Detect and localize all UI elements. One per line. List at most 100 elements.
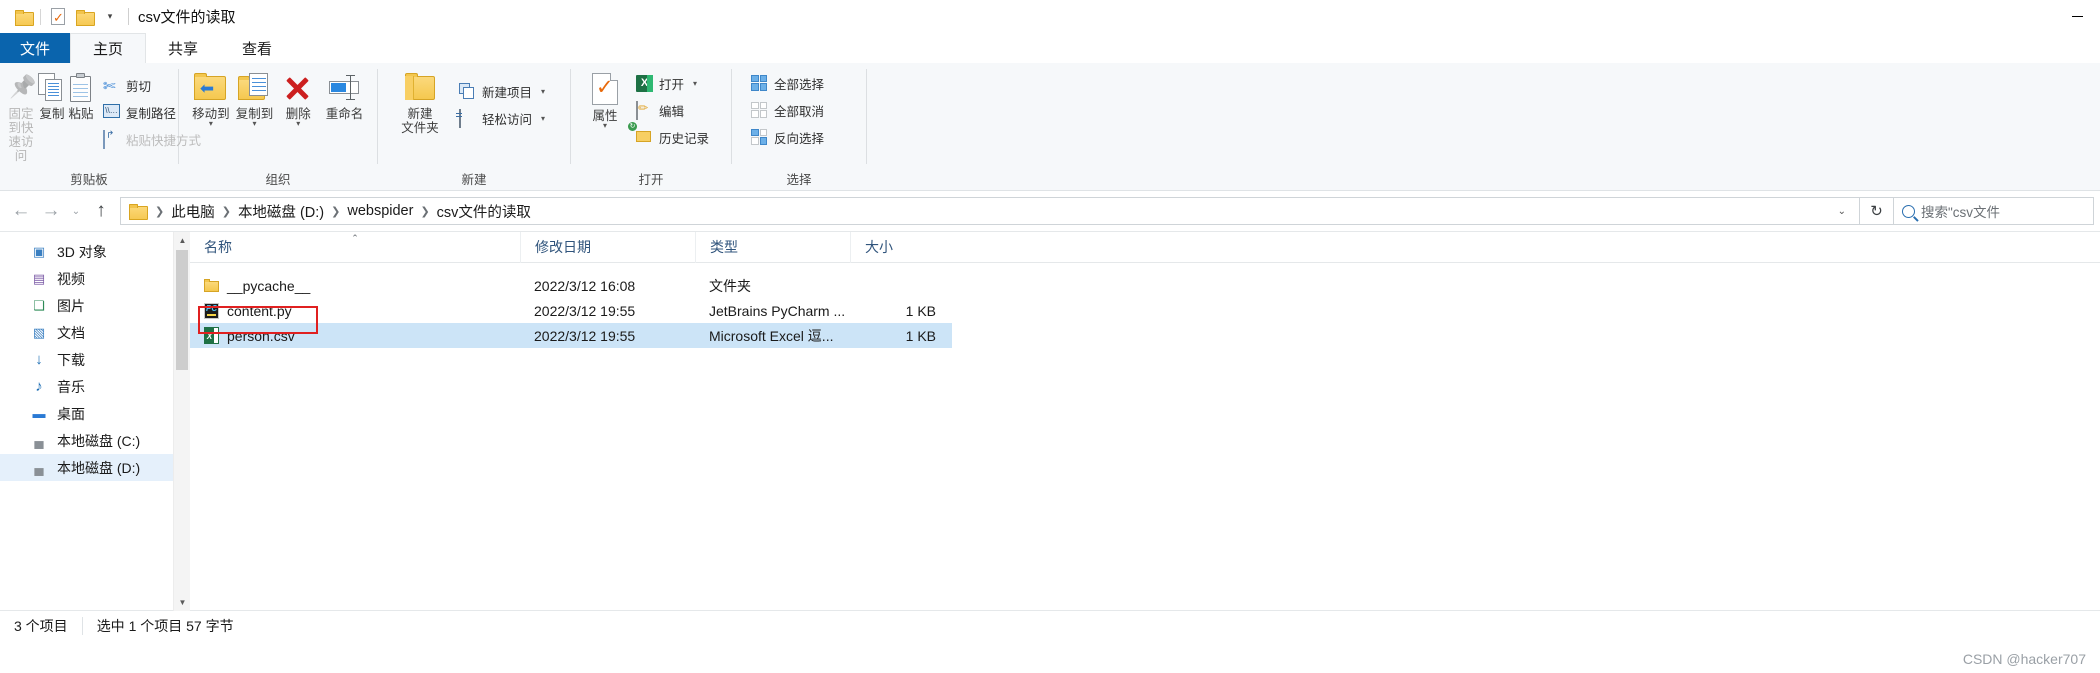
breadcrumb-separator: ❯	[420, 205, 430, 218]
column-header-label: 名称	[204, 239, 232, 255]
file-name-cell[interactable]: X person.csv	[190, 327, 520, 344]
copy-icon	[38, 73, 66, 103]
tab-home[interactable]: 主页	[70, 33, 147, 63]
easy-access-button[interactable]: 轻松访问 ▾	[456, 106, 548, 130]
breadcrumb-item-local-disk-d[interactable]: 本地磁盘 (D:)	[233, 198, 329, 225]
ribbon-group-label-organize: 组织	[265, 173, 291, 187]
properties-icon: ✓	[592, 73, 618, 105]
ribbon-group-organize: ⬅ 移动到 ▾ 复制到 ▾ 删除 ▾ 重命名 组织	[179, 63, 377, 191]
address-field[interactable]: ❯ 此电脑 ❯ 本地磁盘 (D:) ❯ webspider ❯ csv文件的读取…	[120, 197, 1860, 225]
sidebar-item-label: 本地磁盘 (C:)	[57, 432, 141, 449]
sidebar-item-pictures[interactable]: ❑ 图片	[0, 292, 190, 319]
file-size-cell: 1 KB	[905, 327, 936, 344]
invert-selection-button[interactable]: 反向选择	[748, 125, 827, 149]
quick-access-toolbar: ✓ ▾	[0, 0, 123, 33]
explorer-window: ✓ ▾ csv文件的读取 文件 主页 共享 查看 固定到快速访问	[0, 0, 2100, 673]
scroll-down-icon[interactable]: ▼	[174, 594, 191, 611]
minimize-button[interactable]	[2054, 0, 2100, 33]
search-box[interactable]: 搜索"csv文件	[1894, 197, 2094, 225]
chevron-down-icon[interactable]: ▾	[97, 4, 123, 30]
table-row[interactable]: __pycache__ 2022/3/12 16:08 文件夹	[190, 273, 2100, 298]
divider	[128, 8, 129, 25]
column-header-label: 修改日期	[535, 239, 591, 255]
new-item-button[interactable]: 新建项目 ▾	[456, 79, 548, 103]
table-row[interactable]: PC content.py 2022/3/12 19:55 JetBrains …	[190, 298, 2100, 323]
ribbon: 固定到快速访问 复制	[0, 63, 2100, 191]
sidebar-item-music[interactable]: ♪ 音乐	[0, 373, 190, 400]
copy-path-icon: \\…	[103, 103, 120, 121]
edit-button[interactable]: 编辑	[633, 98, 712, 122]
column-header-name[interactable]: ⌃ 名称	[190, 232, 520, 263]
chevron-down-icon[interactable]: ▾	[541, 114, 545, 123]
file-name-cell[interactable]: __pycache__	[190, 278, 520, 294]
refresh-button[interactable]: ↻	[1860, 197, 1894, 225]
table-row[interactable]: X person.csv 2022/3/12 19:55 Microsoft E…	[190, 323, 952, 348]
3d-objects-icon: ▣	[32, 243, 46, 259]
scrollbar-thumb[interactable]	[176, 250, 188, 370]
column-header-date[interactable]: 修改日期	[520, 231, 695, 263]
file-name: __pycache__	[227, 277, 311, 294]
breadcrumb-item-this-pc[interactable]: 此电脑	[166, 198, 220, 225]
file-name-cell[interactable]: PC content.py	[190, 302, 520, 319]
up-button[interactable]: ↑	[86, 196, 116, 226]
rename-button[interactable]: 重命名	[322, 69, 367, 121]
column-header-size[interactable]: 大小	[850, 231, 950, 263]
paste-button[interactable]: 粘贴	[68, 69, 94, 121]
address-dropdown-icon[interactable]: ⌄	[1829, 206, 1855, 217]
breadcrumb-separator: ❯	[221, 205, 231, 218]
sidebar-item-local-disk-c[interactable]: ▄ 本地磁盘 (C:)	[0, 427, 190, 454]
pin-to-quick-access-button[interactable]: 固定到快速访问	[6, 69, 36, 163]
sidebar-item-3d-objects[interactable]: ▣ 3D 对象	[0, 238, 190, 265]
folder-icon[interactable]	[10, 4, 36, 30]
properties-icon[interactable]: ✓	[45, 4, 71, 30]
nav-pane-scrollbar[interactable]: ▲ ▼	[173, 232, 190, 611]
copy-to-icon	[237, 73, 272, 103]
breadcrumb-item-current[interactable]: csv文件的读取	[432, 198, 536, 225]
file-type-cell: 文件夹	[709, 277, 751, 294]
sidebar-item-videos[interactable]: ▤ 视频	[0, 265, 190, 292]
downloads-icon: ↓	[35, 351, 43, 368]
select-all-button[interactable]: 全部选择	[748, 71, 827, 95]
properties-button[interactable]: ✓ 属性 ▾	[583, 69, 627, 130]
column-header-type[interactable]: 类型	[695, 231, 850, 263]
sidebar-item-local-disk-d[interactable]: ▄ 本地磁盘 (D:)	[0, 454, 190, 481]
chevron-down-icon[interactable]: ▾	[693, 79, 697, 88]
chevron-down-icon[interactable]: ▾	[603, 122, 607, 130]
tab-file[interactable]: 文件	[0, 33, 71, 63]
folder-icon	[204, 279, 219, 292]
chevron-down-icon[interactable]: ▾	[209, 120, 213, 128]
chevron-down-icon[interactable]: ▾	[541, 87, 545, 96]
back-button[interactable]: ←	[6, 196, 36, 226]
chevron-down-icon[interactable]: ▾	[296, 120, 300, 128]
tab-view[interactable]: 查看	[220, 33, 295, 63]
scissors-icon: ✄	[103, 77, 116, 95]
breadcrumb-item-webspider[interactable]: webspider	[342, 200, 418, 222]
open-button[interactable]: X 打开 ▾	[633, 71, 712, 95]
videos-icon: ▤	[32, 270, 46, 286]
new-folder-button[interactable]: 新建 文件夹	[392, 69, 448, 135]
scroll-up-icon[interactable]: ▲	[174, 232, 191, 249]
up-arrow-icon: ↑	[96, 200, 106, 221]
divider	[40, 8, 41, 25]
history-button[interactable]: ↻ 历史记录	[628, 121, 712, 149]
copy-to-button[interactable]: 复制到 ▾	[235, 69, 275, 128]
invert-selection-label: 反向选择	[774, 131, 825, 146]
sidebar-item-documents[interactable]: ▧ 文档	[0, 319, 190, 346]
new-folder-icon[interactable]	[71, 4, 97, 30]
recent-locations-button[interactable]: ⌄	[66, 196, 86, 226]
file-list-pane: ⌃ 名称 修改日期 类型 大小 __pycache__ 2022/3/12 16…	[190, 231, 2100, 610]
select-none-button[interactable]: 全部取消	[748, 98, 827, 122]
select-all-icon	[751, 74, 768, 92]
delete-button[interactable]: 删除 ▾	[278, 69, 318, 128]
sidebar-item-desktop[interactable]: ▬ 桌面	[0, 400, 190, 427]
move-to-button[interactable]: ⬅ 移动到 ▾	[191, 69, 231, 128]
sidebar-item-downloads[interactable]: ↓ 下载	[0, 346, 190, 373]
chevron-down-icon[interactable]: ▾	[253, 120, 257, 128]
new-folder-icon	[403, 73, 437, 103]
sidebar-item-label: 本地磁盘 (D:)	[57, 459, 141, 476]
breadcrumb-separator: ❯	[155, 205, 165, 218]
forward-button[interactable]: →	[36, 196, 66, 226]
copy-button[interactable]: 复制	[38, 69, 66, 121]
tab-share[interactable]: 共享	[146, 33, 221, 63]
documents-icon: ▧	[32, 324, 46, 340]
